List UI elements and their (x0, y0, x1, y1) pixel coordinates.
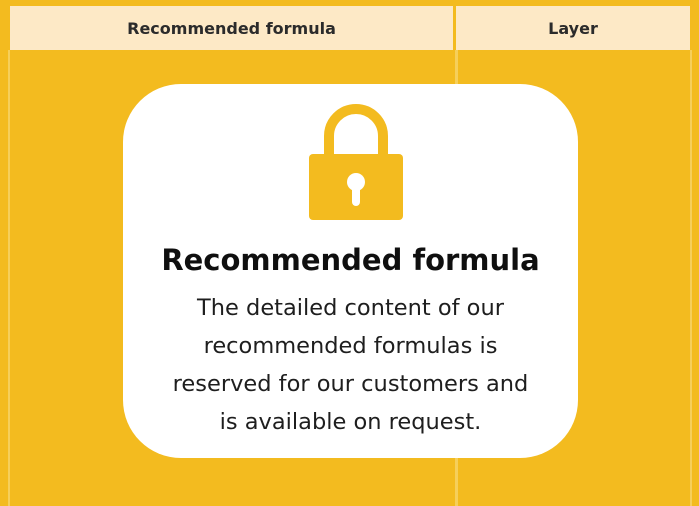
column-header-layer: Layer (548, 18, 598, 38)
description-line: reserved for our customers and (172, 371, 529, 397)
locked-content-title: Recommended formula (161, 243, 540, 277)
lock-icon (309, 104, 403, 220)
description-line: recommended formulas is (203, 333, 498, 359)
table-header: Recommended formula Layer (10, 6, 690, 50)
locked-content-description: The detailed content of our recommended … (123, 289, 578, 441)
table-left-border (8, 50, 10, 506)
description-line: is available on request. (219, 409, 482, 435)
locked-content-card: Recommended formula The detailed content… (123, 84, 578, 458)
column-header-recommended-formula: Recommended formula (10, 6, 456, 50)
table-right-border (690, 50, 692, 506)
description-line: The detailed content of our (197, 295, 504, 321)
locked-content-frame: Recommended formula Layer Recommended fo… (0, 0, 699, 506)
